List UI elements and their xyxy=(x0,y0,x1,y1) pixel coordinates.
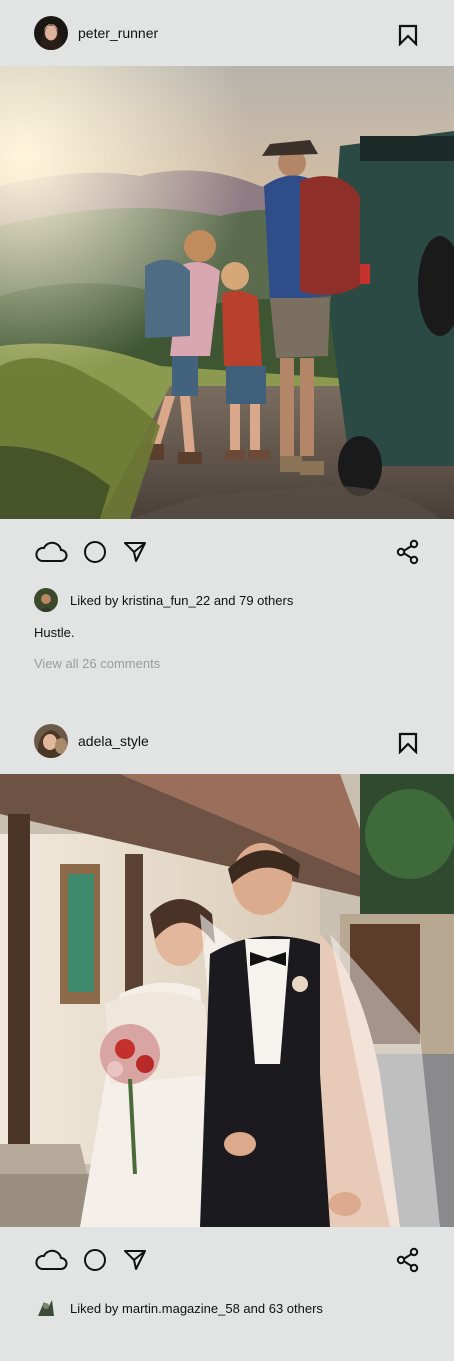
post-actions xyxy=(0,1227,454,1293)
caption: Hustle. xyxy=(34,625,75,640)
share-icon[interactable] xyxy=(396,539,420,565)
username[interactable]: adela_style xyxy=(78,733,149,749)
likes-row: Liked by martin.magazine_58 and 63 other… xyxy=(0,1293,454,1323)
avatar[interactable] xyxy=(34,724,68,758)
post-header: adela_style xyxy=(0,708,454,774)
post-2: adela_style Liked by martin.magazine_58 … xyxy=(0,708,454,1323)
view-comments-link[interactable]: View all 26 comments xyxy=(0,656,454,671)
send-icon[interactable] xyxy=(123,1249,147,1271)
likes-row: Liked by kristina_fun_22 and 79 others xyxy=(0,585,454,615)
post-photo[interactable] xyxy=(0,66,454,519)
cloud-icon[interactable] xyxy=(34,1249,68,1271)
bookmark-icon[interactable] xyxy=(398,24,418,46)
avatar[interactable] xyxy=(34,16,68,50)
share-icon[interactable] xyxy=(396,1247,420,1273)
post-header: peter_runner xyxy=(0,0,454,66)
post-photo[interactable] xyxy=(0,774,454,1227)
likes-text[interactable]: Liked by kristina_fun_22 and 79 others xyxy=(70,593,293,608)
cloud-icon[interactable] xyxy=(34,541,68,563)
circle-icon[interactable] xyxy=(83,540,107,564)
send-icon[interactable] xyxy=(123,541,147,563)
liker-avatar[interactable] xyxy=(34,1296,58,1320)
circle-icon[interactable] xyxy=(83,1248,107,1272)
post-actions xyxy=(0,519,454,585)
username[interactable]: peter_runner xyxy=(78,25,158,41)
liker-avatar[interactable] xyxy=(34,588,58,612)
bookmark-icon[interactable] xyxy=(398,732,418,754)
post-1: peter_runner Liked by kristina_fun_22 an… xyxy=(0,0,454,671)
likes-text[interactable]: Liked by martin.magazine_58 and 63 other… xyxy=(70,1301,323,1316)
